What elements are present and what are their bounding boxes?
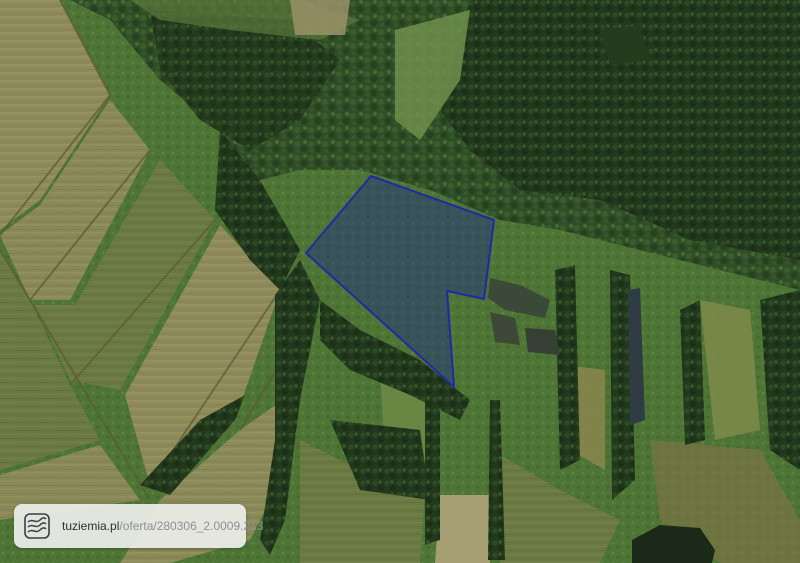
url-domain: tuziemia.pl: [62, 519, 120, 533]
url-path: /oferta/280306_2.0009.213: [119, 519, 264, 533]
listing-url[interactable]: tuziemia.pl/oferta/280306_2.0009.213: [62, 519, 264, 533]
satellite-map[interactable]: tuziemia.pl/oferta/280306_2.0009.213: [0, 0, 800, 563]
satellite-imagery: [0, 0, 800, 563]
watermark-badge[interactable]: tuziemia.pl/oferta/280306_2.0009.213: [14, 504, 264, 548]
contour-lines-logo-icon: [24, 513, 50, 539]
